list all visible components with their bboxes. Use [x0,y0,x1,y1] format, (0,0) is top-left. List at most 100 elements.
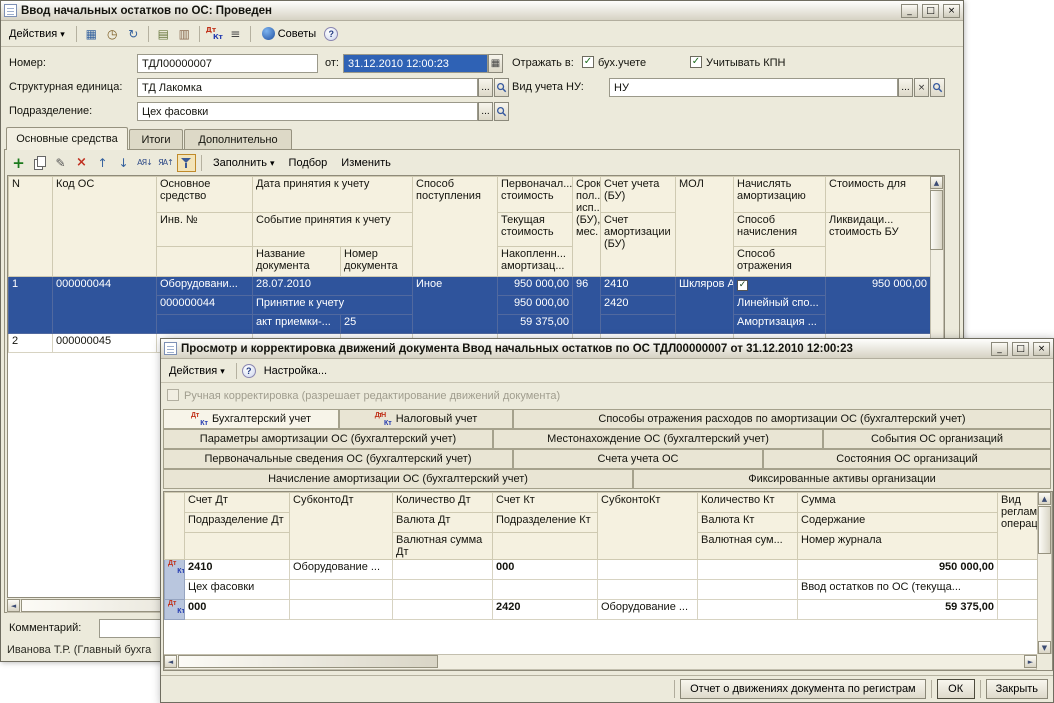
tab-depreciation-reflection-methods[interactable]: Способы отражения расходов по амортизаци… [513,409,1051,429]
move-up-icon[interactable] [93,154,112,172]
structural-unit-input[interactable]: ТД Лакомка [137,78,478,97]
cell-debit-account[interactable]: 2410 [185,560,290,580]
change-button[interactable]: Изменить [335,154,397,172]
scrollbar-thumb[interactable] [1038,506,1051,554]
cell[interactable] [698,600,798,620]
tab-additional[interactable]: Дополнительно [184,129,292,150]
scroll-up-button[interactable] [1038,492,1051,505]
sort-descending-icon[interactable] [156,154,175,172]
cell-asset[interactable]: Оборудовани... [157,277,253,296]
scroll-down-button[interactable] [1038,641,1051,654]
cell[interactable] [601,315,676,334]
cell-debit-department[interactable]: Цех фасовки [185,580,290,600]
move-down-icon[interactable] [114,154,133,172]
journal-icon[interactable] [175,25,194,43]
accounting-checkbox[interactable] [582,56,594,68]
cell-charge-depr[interactable] [734,277,826,296]
cell[interactable] [290,580,393,600]
cell-n[interactable]: 2 [9,334,53,353]
row-marker-cell[interactable] [165,600,185,620]
cell[interactable] [393,600,493,620]
pick-button[interactable]: Подбор [283,154,334,172]
cell-accept-date[interactable]: 28.07.2010 [253,277,413,296]
cell-cost-for[interactable]: 950 000,00 [826,277,931,334]
cell-credit-account[interactable]: 000 [493,560,598,580]
close-dialog-button[interactable]: Закрыть [986,679,1048,699]
cell-account-bu[interactable]: 2410 [601,277,676,296]
edit-row-icon[interactable] [51,154,70,172]
minimize-button[interactable]: _ [991,342,1008,356]
cell-accept-event[interactable]: Принятие к учету [253,296,413,315]
cell-sum[interactable]: 950 000,00 [798,560,998,580]
help-icon[interactable] [242,364,256,378]
copy-row-icon[interactable] [30,154,49,172]
cell[interactable] [157,315,253,334]
scroll-right-button[interactable] [1024,655,1037,668]
actions-menu-button[interactable]: Действия [3,25,71,43]
cell[interactable] [698,580,798,600]
delete-row-icon[interactable] [72,154,91,172]
cell[interactable] [290,600,393,620]
scroll-left-button[interactable] [7,599,20,612]
tab-accounting[interactable]: Бухгалтерский учет [163,409,339,429]
maximize-button[interactable]: □ [1012,342,1029,356]
cell-charge-method[interactable]: Линейный спо... [734,296,826,315]
cell[interactable] [598,560,698,580]
dtkt-movements-icon[interactable] [205,25,224,43]
table-row[interactable]: 000 2420 Оборудование ... 59 375,00 [165,600,1038,620]
sort-ascending-icon[interactable] [135,154,154,172]
cell-code[interactable]: 000000045 [53,334,157,353]
cell-credit-subconto[interactable]: Оборудование ... [598,600,698,620]
accounting-checkbox-label[interactable]: бух.учете [598,57,646,69]
cell[interactable] [393,560,493,580]
cell-useful-life[interactable]: 96 [573,277,601,334]
dialog-actions-menu-button[interactable]: Действия [163,362,231,380]
cell[interactable] [998,560,1038,580]
cell[interactable] [998,580,1038,600]
kpn-checkbox[interactable] [690,56,702,68]
structural-unit-open-button[interactable] [494,78,509,97]
cell-code[interactable]: 000000044 [53,277,157,334]
cell-accum-depr[interactable]: 59 375,00 [498,315,573,334]
maximize-button[interactable]: □ [922,4,939,18]
vertical-scrollbar[interactable] [1037,492,1052,654]
scrollbar-thumb[interactable] [178,655,438,668]
minimize-button[interactable]: _ [901,4,918,18]
scrollbar-thumb[interactable] [930,190,943,250]
settings-button[interactable]: Настройка... [258,362,333,380]
accounting-kind-open-button[interactable] [930,78,945,97]
cell-content[interactable]: Ввод остатков по ОС (текуща... [798,580,998,600]
table-row[interactable]: 2410 Оборудование ... 000 950 000,00 [165,560,1038,580]
cell-credit-account[interactable]: 2420 [493,600,598,620]
row-marker-cell[interactable] [165,560,185,600]
cell-initial-cost[interactable]: 950 000,00 [498,277,573,296]
cell-doc-name[interactable]: акт приемки-... [253,315,341,334]
accounting-kind-input[interactable]: НУ [609,78,898,97]
cell-sum[interactable]: 59 375,00 [798,600,998,620]
tab-initial-asset-info[interactable]: Первоначальные сведения ОС (бухгалтерски… [163,449,513,469]
close-button[interactable]: × [943,4,960,18]
tab-fixed-assets[interactable]: Основные средства [6,127,128,150]
accounting-kind-select-button[interactable] [898,78,913,97]
set-time-icon[interactable] [103,25,122,43]
filter-settings-icon[interactable] [177,154,196,172]
tab-fixed-assets-org[interactable]: Фиксированные активы организации [633,469,1051,489]
fill-button[interactable]: Заполнить [207,154,281,172]
table-row[interactable]: 1 000000044 Оборудовани... 28.07.2010 Ин… [9,277,931,296]
tips-button[interactable]: Советы [256,24,322,43]
calendar-button[interactable] [488,54,503,73]
department-input[interactable]: Цех фасовки [137,102,478,121]
post-document-icon[interactable] [82,25,101,43]
ok-button[interactable]: ОК [937,679,975,699]
department-select-button[interactable] [478,102,493,121]
cell-reflect-method[interactable]: Амортизация ... [734,315,826,334]
number-input[interactable]: ТДЛ00000007 [137,54,318,73]
horizontal-scrollbar[interactable] [164,654,1037,670]
date-input[interactable]: 31.12.2010 12:00:23 [343,54,488,73]
cell[interactable] [598,580,698,600]
kpn-checkbox-label[interactable]: Учитывать КПН [706,57,786,69]
dialog-titlebar[interactable]: Просмотр и корректировка движений докуме… [161,339,1053,359]
cell[interactable] [698,560,798,580]
add-row-icon[interactable] [9,154,28,172]
tab-depreciation-parameters[interactable]: Параметры амортизации ОС (бухгалтерский … [163,429,493,449]
